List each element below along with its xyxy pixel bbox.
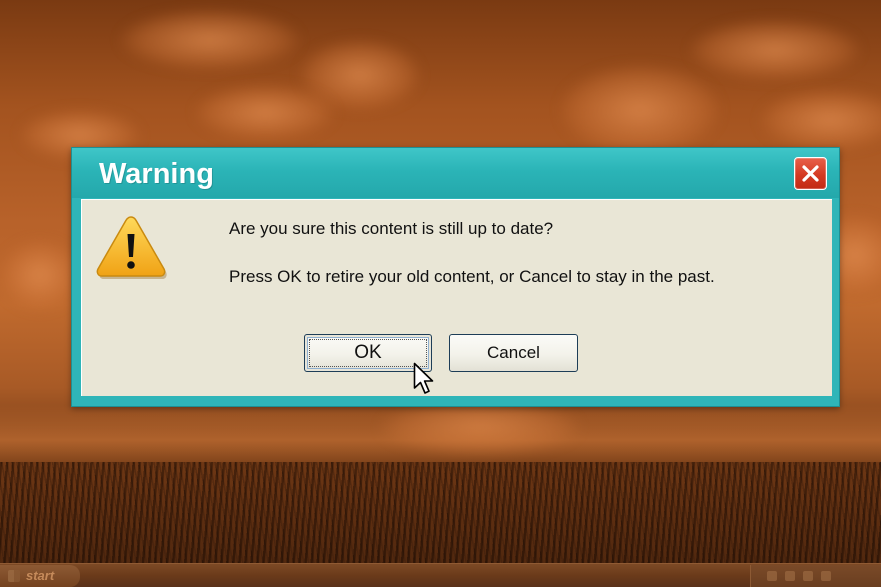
- dialog-titlebar[interactable]: Warning: [72, 148, 839, 198]
- cloud: [690, 20, 860, 80]
- tray-icon[interactable]: [803, 571, 813, 581]
- dialog-title: Warning: [99, 158, 214, 190]
- cancel-button[interactable]: Cancel: [449, 334, 578, 372]
- cloud: [120, 10, 300, 70]
- cloud: [0, 240, 80, 310]
- mouse-pointer-icon: [413, 362, 434, 394]
- taskbar: start: [0, 563, 881, 587]
- tray-icon[interactable]: [821, 571, 831, 581]
- tray-icon[interactable]: [785, 571, 795, 581]
- warning-icon: [96, 216, 167, 279]
- system-tray: [750, 565, 881, 587]
- cloud: [760, 90, 881, 150]
- dialog-body: Are you sure this content is still up to…: [81, 199, 832, 396]
- desktop: start Warning Are you sure this content …: [0, 0, 881, 587]
- cloud: [195, 85, 335, 140]
- start-button[interactable]: start: [0, 565, 80, 587]
- cloud: [560, 65, 720, 155]
- cancel-button-label: Cancel: [487, 343, 540, 362]
- dialog-message-question: Are you sure this content is still up to…: [229, 219, 554, 238]
- close-button[interactable]: [794, 157, 827, 190]
- warning-dialog: Warning Are you sure this content is sti…: [71, 147, 840, 407]
- close-icon: [802, 165, 819, 182]
- tray-icon[interactable]: [767, 571, 777, 581]
- focus-ring: [309, 339, 427, 367]
- start-label: start: [26, 568, 55, 583]
- grass-field: [0, 462, 881, 572]
- windows-logo-icon: [8, 570, 20, 582]
- dialog-message-instructions: Press OK to retire your old content, or …: [229, 267, 715, 286]
